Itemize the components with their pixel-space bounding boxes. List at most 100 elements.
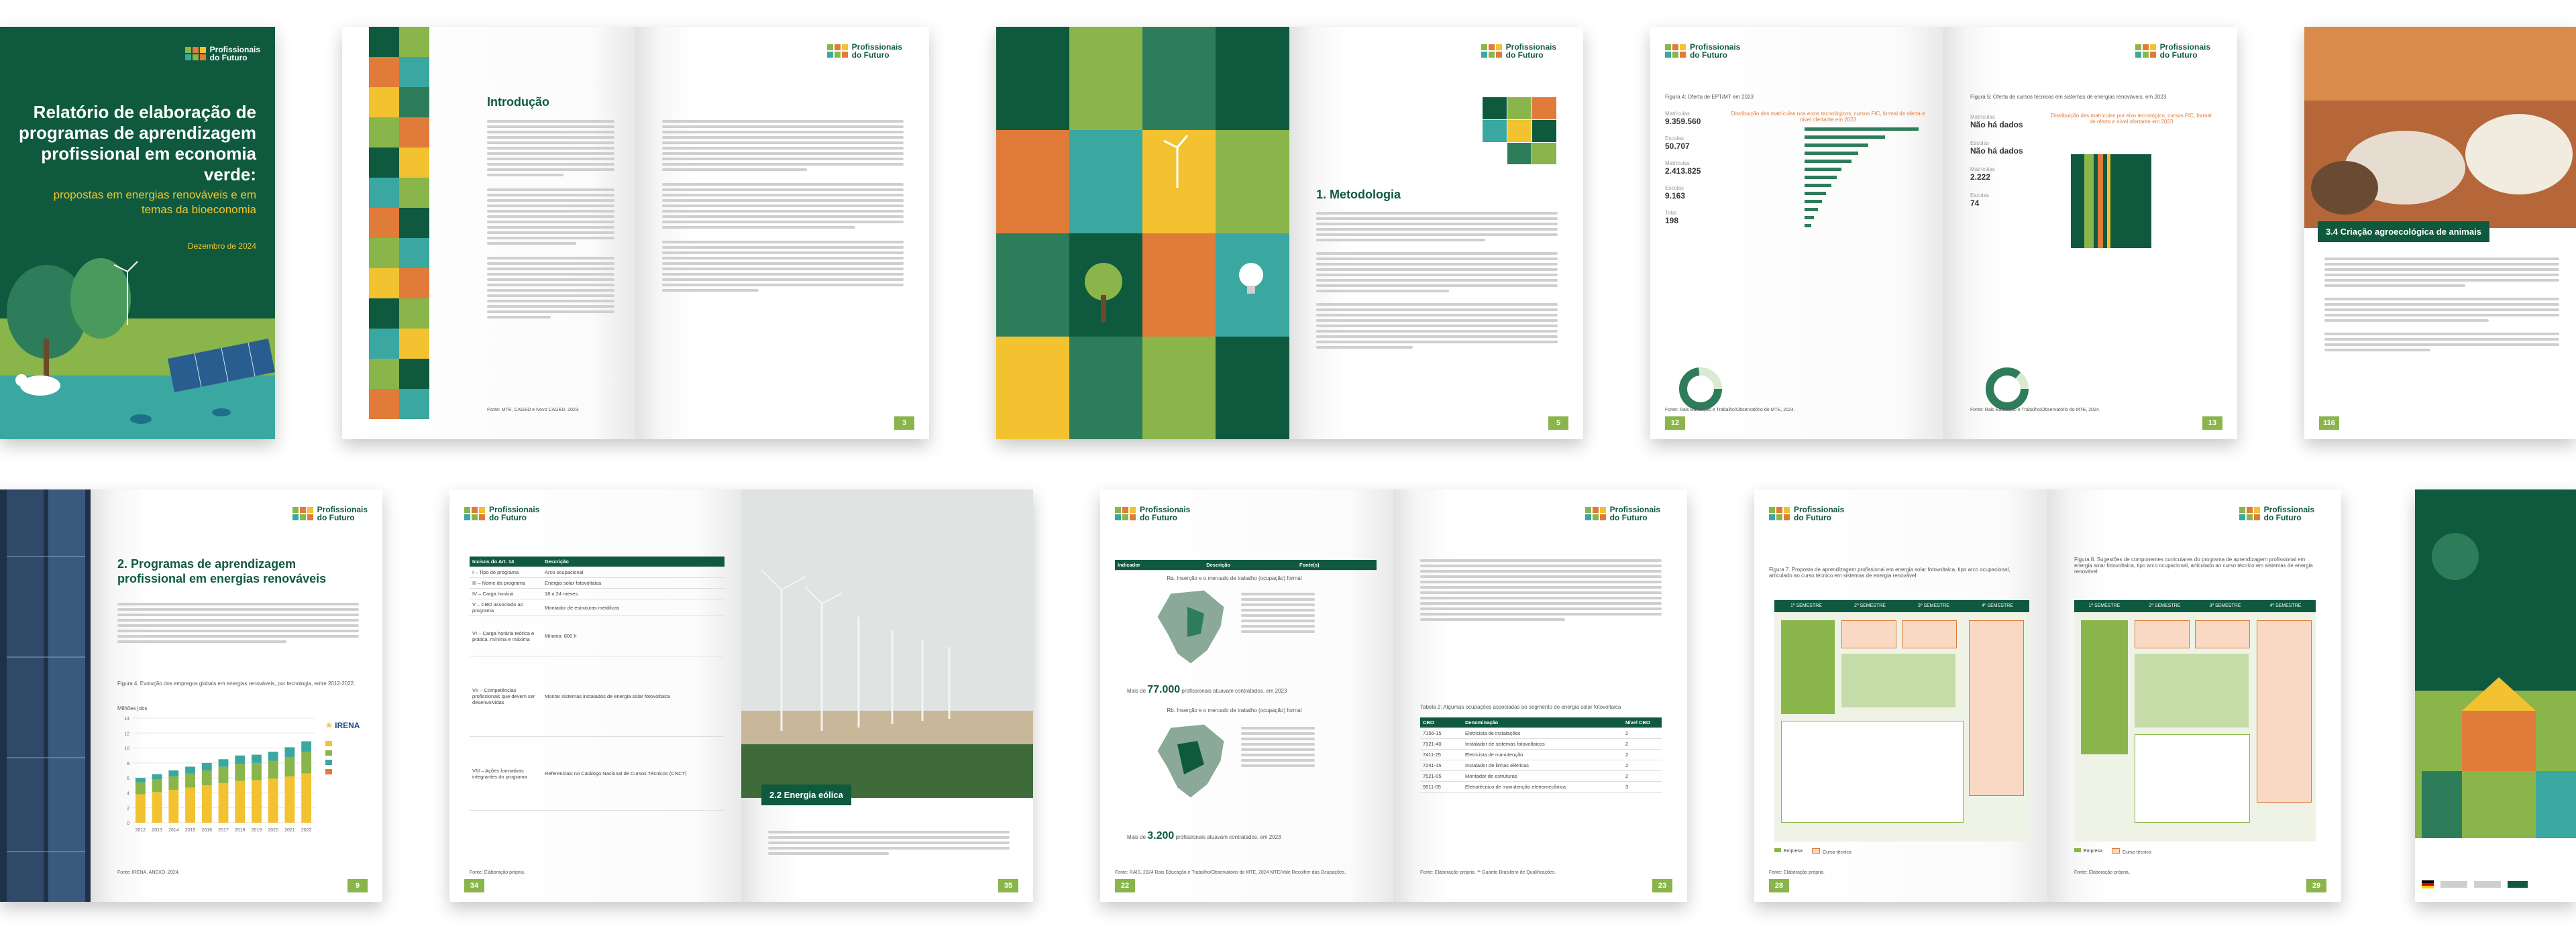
cover-subtitle: propostas em energias renováveis e em te… [53, 188, 256, 216]
brazil-map-1 [1157, 589, 1225, 664]
table-row: IV – Carga horária 18 a 24 meses [470, 588, 724, 599]
table-row: III – Nome da programa Energia solar foto… [470, 577, 724, 589]
diagram-box [2257, 620, 2312, 803]
fig-right-logo: Profissionais do Futuro [2135, 43, 2210, 59]
wind-caption-band: 2.2 Energia eólica [761, 784, 851, 805]
cattle-photo [2304, 27, 2576, 228]
occupations-table: CBO Denominação Nível CBO 7156-15 Eletric… [1420, 717, 1662, 793]
map1-side-table [1241, 590, 1315, 636]
x-tick-label: 2022 [301, 828, 312, 833]
legend-swatch [325, 741, 332, 746]
chart-bar-segment [201, 762, 212, 770]
page-number: 9 [347, 879, 368, 892]
curriculum-spread[interactable]: Profissionais do Futuro Figura 7. Propost… [1754, 489, 2341, 902]
mosaic-illustration [369, 27, 429, 419]
cover-title: Relatório de elaboração de programas de … [19, 102, 256, 184]
chart-bar-segment [152, 792, 162, 823]
table-header: Nível CBO [1623, 717, 1662, 728]
chart-bar-segment [252, 754, 262, 763]
chart-right-title: Distribuição das matrículas por eixo tec… [2051, 113, 2212, 125]
chart-bar-segment [135, 782, 146, 795]
chart-bar-segment [152, 774, 162, 780]
source-left: Fonte: Rais Educação e Trabalho/Observat… [1665, 408, 1795, 412]
stats-column-left: Matrículas 9.359.560 Escolas 50.707 Matr… [1665, 111, 1719, 225]
chart-bar-segment [135, 778, 146, 782]
method-right-page: Profissionais do Futuro 1. Metodologia 5 [1289, 27, 1583, 439]
introduction-spread[interactable]: Introdução Fonte: MTE, CAGED e Novo CAGE… [342, 27, 929, 439]
maps-logo: Profissionais do Futuro [1115, 506, 1190, 522]
cover-page: Profissionais do Futuro Relatório de elab… [0, 27, 275, 439]
table-row: 7156-15 Eletricista de instalações 2 [1420, 728, 1662, 739]
table-header: Incisos do Art. 14 [470, 557, 542, 567]
y-tick-label: 2 [127, 807, 129, 811]
cover-illustration [0, 258, 275, 439]
chart-bar-segment [284, 776, 295, 823]
logo-mark-icon [292, 507, 313, 520]
logo-text: Profissionais do Futuro [317, 505, 368, 522]
occupations-page: Profissionais do Futuro Tabela 2: Algumas… [1393, 489, 1687, 902]
agro-body-text [2324, 255, 2559, 354]
chart-bar-segment [268, 752, 278, 761]
table-header: Descrição [1203, 560, 1297, 571]
chart-bar-segment [135, 794, 146, 823]
small-mosaic-icon [1483, 97, 1556, 164]
stat-block: Escolas 9.163 [1665, 185, 1686, 200]
x-tick-label: 2012 [136, 828, 146, 833]
programs-text-page: Profissionais do Futuro 2. Programas de a… [91, 489, 382, 902]
diagram-box [1969, 620, 2024, 796]
page-number: 35 [998, 879, 1018, 892]
logo-text: Profissionais do Futuro [209, 45, 260, 62]
diagram-box [1902, 620, 1957, 648]
figures-spread[interactable]: Profissionais do Futuro Figura 4: Oferta … [1650, 27, 2237, 439]
solar-panels-photo [0, 489, 91, 902]
chart-bar-segment [301, 773, 312, 823]
x-tick-label: 2014 [168, 828, 179, 833]
occupations-bullets [1420, 557, 1662, 624]
wind-farm-photo [741, 489, 1033, 798]
x-tick-label: 2016 [201, 828, 212, 833]
wind-photo-page: 2.2 Energia eólica 35 [741, 489, 1033, 902]
chart-bar-segment [152, 779, 162, 793]
programs-spread[interactable]: Profissionais do Futuro 2. Programas de a… [0, 489, 382, 902]
logo-mark-icon [2135, 44, 2156, 58]
irena-sun-icon: ☀ [325, 721, 333, 730]
intro-body-text [487, 117, 614, 321]
diagram-box [2135, 654, 2249, 728]
cover-spread[interactable]: Profissionais do Futuro Relatório de elab… [0, 27, 275, 439]
x-tick-label: 2019 [252, 828, 262, 833]
partner-logo [2474, 881, 2501, 888]
y-tick-label: 10 [124, 747, 129, 752]
methodology-spread[interactable]: Profissionais do Futuro 1. Metodologia 5 [996, 27, 1583, 439]
wind-heading: 2.2 Energia eólica [769, 790, 843, 800]
irena-logo: ☀ IRENA [325, 721, 360, 730]
agroecology-spread[interactable]: 3.4 Criação agroecológica de animais 116 [2304, 27, 2576, 439]
chart-bar-segment [218, 766, 229, 783]
semester-diagram-right: 1º SEMESTRE 2º SEMESTRE 3º SEMESTRE 4º S… [2074, 600, 2316, 841]
maps-spread[interactable]: Profissionais do Futuro Indicador Descriç… [1100, 489, 1687, 902]
chart-bar-segment [185, 787, 195, 823]
back-cover-spread[interactable] [2415, 489, 2576, 902]
maps-source: Fonte: RAIS, 2024 Rais Educação e Trabal… [1115, 870, 1346, 875]
curriculum-right-page: Profissionais do Futuro Figura 8. Sugestõ… [2047, 489, 2341, 902]
curriculum-right-logo: Profissionais do Futuro [2239, 506, 2314, 522]
wind-energy-spread[interactable]: Profissionais do Futuro Incisos do Art. 1… [449, 489, 1033, 902]
table-page: Profissionais do Futuro Incisos do Art. 1… [449, 489, 741, 902]
map1-stat: Mais de 77.000 profissionais atuavam con… [1127, 684, 1287, 695]
figures-left-page: Profissionais do Futuro Figura 4: Oferta … [1650, 27, 1943, 439]
maps-page: Profissionais do Futuro Indicador Descriç… [1100, 489, 1393, 902]
back-cover-page [2415, 489, 2576, 902]
stat-block: Matrículas 2.413.825 [1665, 160, 1701, 176]
page-number: 116 [2319, 416, 2339, 430]
table-row: VIII – Ações formativas integrantes do p… [470, 736, 724, 811]
logo-text: Profissionais do Futuro [851, 42, 902, 60]
logo-text: Profissionais do Futuro [2263, 505, 2314, 522]
chart-bar-segment [218, 782, 229, 823]
diagram-box [2081, 620, 2128, 754]
logo-text: Profissionais do Futuro [1505, 42, 1556, 60]
donut-chart-left [1679, 367, 1722, 410]
chart-left-title: Distribuição das matrículas nos eixos te… [1731, 111, 1925, 123]
x-tick-label: 2018 [235, 828, 246, 833]
table-header: CBO [1420, 717, 1462, 728]
diagram-box [1781, 620, 1835, 714]
table-source: Fonte: Elaboração própria. [470, 870, 525, 875]
